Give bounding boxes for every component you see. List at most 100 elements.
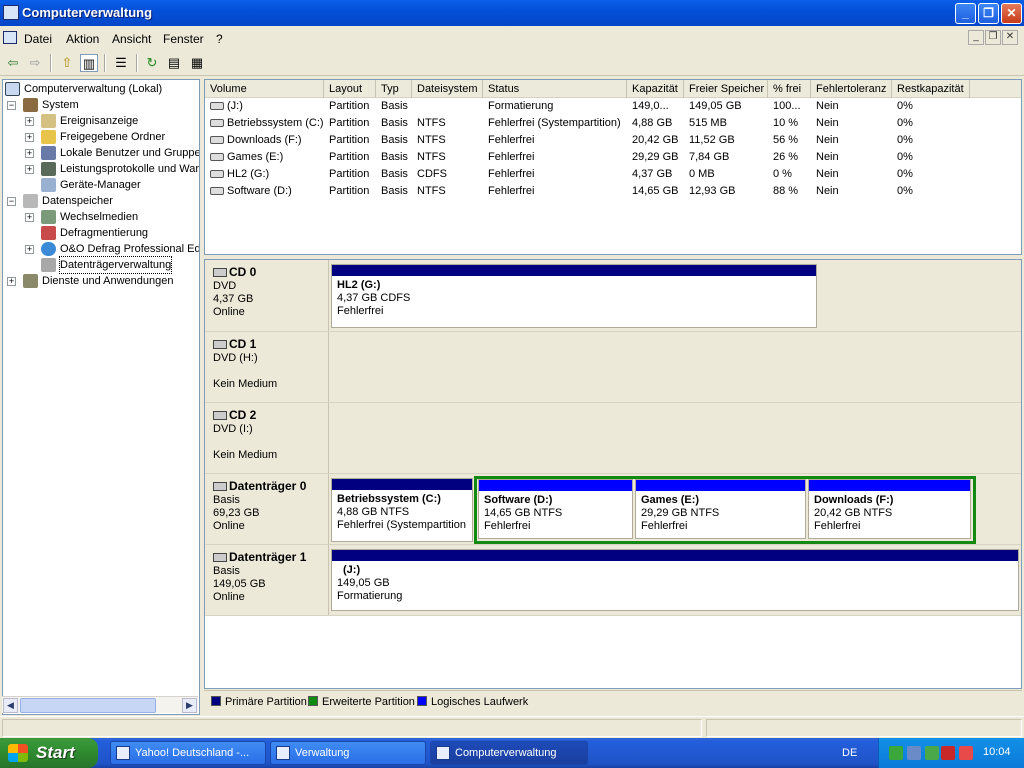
- partition-j[interactable]: (J:) 149,05 GB Formatierung: [331, 549, 1019, 611]
- disk-row-cd2[interactable]: CD 2 DVD (I:) Kein Medium: [205, 403, 1021, 474]
- menu-aktion[interactable]: Aktion: [66, 32, 99, 46]
- partition-hl2[interactable]: HL2 (G:) 4,37 GB CDFS Fehlerfrei: [331, 264, 817, 328]
- language-indicator[interactable]: DE: [842, 747, 857, 759]
- disk-label[interactable]: Datenträger 1 Basis 149,05 GB Online: [205, 545, 329, 615]
- volume-row[interactable]: HL2 (G:) Partition Basis CDFS Fehlerfrei 4,37…: [205, 166, 1021, 183]
- menu-bar: Datei Aktion Ansicht Fenster ? _ ❐ ✕: [0, 26, 1024, 50]
- expand-toggle[interactable]: +: [7, 277, 16, 286]
- scroll-thumb[interactable]: [20, 698, 156, 713]
- tray-antivirus-icon[interactable]: [925, 746, 939, 760]
- expand-toggle[interactable]: +: [25, 165, 34, 174]
- maximize-button[interactable]: ❐: [978, 3, 999, 24]
- col-restkapazitaet[interactable]: Restkapazität: [892, 80, 970, 98]
- volume-cell-text: NTFS: [417, 151, 446, 163]
- expand-toggle[interactable]: +: [25, 149, 34, 158]
- menu-help[interactable]: ?: [216, 32, 223, 46]
- volume-cell: [412, 98, 483, 115]
- volume-cell: Partition: [324, 149, 376, 166]
- storage-icon: [23, 194, 38, 208]
- tray-ati-icon[interactable]: [941, 746, 955, 760]
- collapse-toggle[interactable]: −: [7, 197, 16, 206]
- disk-label[interactable]: CD 1 DVD (H:) Kein Medium: [205, 332, 329, 402]
- scroll-left-icon[interactable]: ◀: [3, 698, 18, 713]
- disk-row-disk1[interactable]: Datenträger 1 Basis 149,05 GB Online (J:…: [205, 545, 1021, 616]
- disk-row-cd0[interactable]: CD 0 DVD 4,37 GB Online HL2 (G:) 4,37 GB…: [205, 260, 1021, 332]
- expand-toggle[interactable]: +: [25, 117, 34, 126]
- show-tree-icon[interactable]: ▥: [80, 54, 98, 72]
- disk-name: Datenträger 1: [229, 550, 307, 564]
- start-button[interactable]: Start: [0, 738, 98, 768]
- tray-app-icon[interactable]: [959, 746, 973, 760]
- volume-cell-text: Games (E:): [227, 151, 284, 163]
- disk-status: Online: [213, 520, 245, 532]
- forward-arrow-icon[interactable]: ⇨: [26, 54, 44, 72]
- toolbar-separator: [50, 54, 52, 72]
- properties-icon[interactable]: ☰: [112, 54, 130, 72]
- volume-cell-text: Fehlerfrei: [488, 168, 535, 180]
- volume-cell: Nein: [811, 115, 892, 132]
- minimize-button[interactable]: _: [955, 3, 976, 24]
- expand-toggle[interactable]: +: [25, 245, 34, 254]
- col-fehlertoleranz[interactable]: Fehlertoleranz: [811, 80, 892, 98]
- volume-cell: NTFS: [412, 149, 483, 166]
- mdi-minimize-button[interactable]: _: [968, 30, 984, 45]
- volume-cell-text: 0%: [897, 117, 913, 129]
- refresh-icon[interactable]: ↻: [143, 54, 161, 72]
- col-dateisystem[interactable]: Dateisystem: [412, 80, 483, 98]
- windows-logo-icon: [8, 744, 28, 762]
- volume-cell-text: Partition: [329, 117, 370, 129]
- export-icon[interactable]: ▤: [165, 54, 183, 72]
- legend-label: Primäre Partition: [225, 696, 307, 708]
- task-yahoo[interactable]: Yahoo! Deutschland -...: [110, 741, 266, 765]
- partition-f[interactable]: Downloads (F:) 20,42 GB NTFS Fehlerfrei: [808, 479, 971, 539]
- col-kapazitaet[interactable]: Kapazität: [627, 80, 684, 98]
- tray-monitor-icon[interactable]: [907, 746, 921, 760]
- mdi-restore-button[interactable]: ❐: [985, 30, 1001, 45]
- disk-label[interactable]: CD 0 DVD 4,37 GB Online: [205, 260, 329, 331]
- volume-row[interactable]: Betriebssystem (C:) Partition Basis NTFS Feh…: [205, 115, 1021, 132]
- scroll-right-icon[interactable]: ▶: [182, 698, 197, 713]
- tree-horizontal-scrollbar[interactable]: ◀ ▶: [2, 696, 198, 713]
- disk-label[interactable]: CD 2 DVD (I:) Kein Medium: [205, 403, 329, 473]
- col-prozent-frei[interactable]: % frei: [768, 80, 811, 98]
- disk-label[interactable]: Datenträger 0 Basis 69,23 GB Online: [205, 474, 329, 544]
- task-verwaltung[interactable]: Verwaltung: [270, 741, 426, 765]
- up-folder-icon[interactable]: ⇧: [58, 54, 76, 72]
- volume-cell: Downloads (F:): [205, 132, 324, 149]
- close-button[interactable]: ✕: [1001, 3, 1022, 24]
- help-icon[interactable]: ▦: [188, 54, 206, 72]
- task-computerverwaltung[interactable]: Computerverwaltung: [430, 741, 588, 765]
- partition-d[interactable]: Software (D:) 14,65 GB NTFS Fehlerfrei: [478, 479, 633, 539]
- menu-datei[interactable]: Datei: [24, 32, 52, 46]
- disk-row-cd1[interactable]: CD 1 DVD (H:) Kein Medium: [205, 332, 1021, 403]
- partition-c[interactable]: Betriebssystem (C:) 4,88 GB NTFS Fehlerf…: [331, 478, 473, 542]
- collapse-toggle[interactable]: −: [7, 101, 16, 110]
- tray-network-icon[interactable]: [889, 746, 903, 760]
- title-bar[interactable]: Computerverwaltung _ ❐ ✕: [0, 0, 1024, 26]
- status-pane: [706, 719, 1022, 737]
- volume-cell-text: 0 MB: [689, 168, 715, 180]
- disk-body: HL2 (G:) 4,37 GB CDFS Fehlerfrei: [329, 260, 1021, 331]
- expand-toggle[interactable]: +: [25, 133, 34, 142]
- partition-e[interactable]: Games (E:) 29,29 GB NTFS Fehlerfrei: [635, 479, 806, 539]
- menu-ansicht[interactable]: Ansicht: [112, 32, 151, 46]
- col-layout[interactable]: Layout: [324, 80, 376, 98]
- disk-row-disk0[interactable]: Datenträger 0 Basis 69,23 GB Online Betr…: [205, 474, 1021, 545]
- volume-row[interactable]: Games (E:) Partition Basis NTFS Fehlerfrei 29…: [205, 149, 1021, 166]
- back-arrow-icon[interactable]: ⇦: [4, 54, 22, 72]
- volume-cell-text: 100...: [773, 100, 801, 112]
- col-typ[interactable]: Typ: [376, 80, 412, 98]
- col-freier-speicher[interactable]: Freier Speicher: [684, 80, 768, 98]
- volume-row[interactable]: Downloads (F:) Partition Basis NTFS Fehlerfr…: [205, 132, 1021, 149]
- console-tree[interactable]: Computerverwaltung (Lokal) − System + Er…: [2, 79, 200, 715]
- col-status[interactable]: Status: [483, 80, 627, 98]
- disk-name: CD 2: [229, 408, 257, 422]
- expand-toggle[interactable]: +: [25, 213, 34, 222]
- volume-row[interactable]: (J:) Partition Basis Formatierung 149,0... 14…: [205, 98, 1021, 115]
- clock[interactable]: 10:04: [983, 746, 1011, 758]
- volume-cell: (J:): [205, 98, 324, 115]
- menu-fenster[interactable]: Fenster: [163, 32, 204, 46]
- mdi-close-button[interactable]: ✕: [1002, 30, 1018, 45]
- volume-row[interactable]: Software (D:) Partition Basis NTFS Fehlerfre…: [205, 183, 1021, 200]
- col-volume[interactable]: Volume: [205, 80, 324, 98]
